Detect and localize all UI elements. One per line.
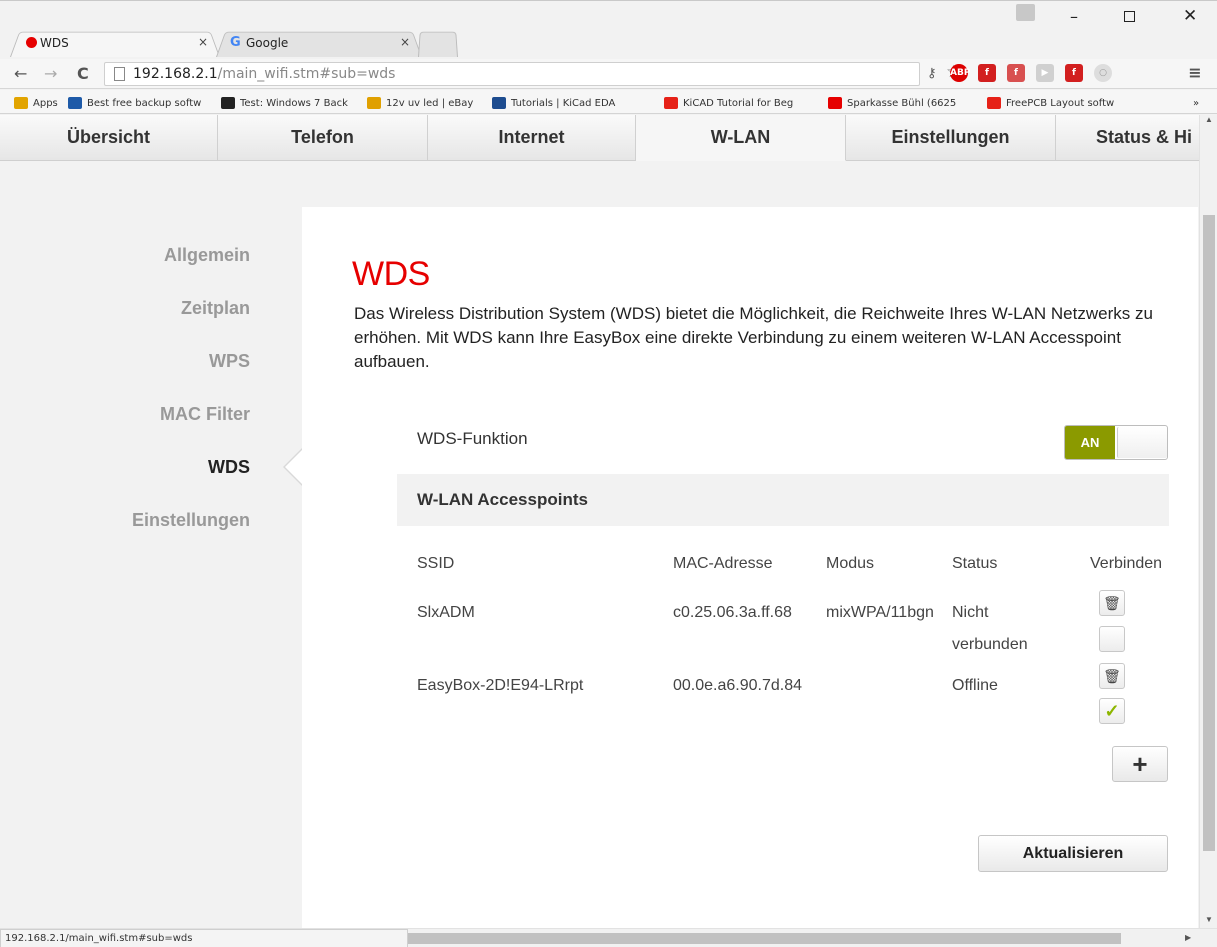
column-header-ssid: SSID (417, 555, 455, 572)
scrollbar-thumb[interactable] (408, 933, 1121, 944)
site-icon (221, 97, 235, 109)
flash-icon[interactable]: f (1007, 64, 1025, 82)
sidebar-active-pointer-fill (285, 449, 303, 485)
page-viewport: Übersicht Telefon Internet W-LAN Einstel… (0, 115, 1199, 928)
menu-icon[interactable]: ≡ (1186, 64, 1204, 82)
column-header-status: Status (952, 555, 998, 572)
horizontal-scrollbar[interactable]: ▶ 192.168.2.1/main_wifi.stm#sub=wds (0, 928, 1217, 947)
cell-mac: 00.0e.a6.90.7d.84 (673, 677, 803, 694)
tab-title: WDS (40, 36, 69, 50)
tab-strip: WDS × G Google × – ✕ (0, 0, 1217, 62)
sidebar-item-wps[interactable]: WPS (0, 351, 250, 372)
trash-icon: 🗑 (1103, 594, 1121, 611)
bookmarks-bar: Apps Best free backup softw Test: Window… (0, 90, 1217, 114)
connect-checkbox[interactable]: ✓ (1099, 698, 1125, 724)
maximize-icon[interactable] (1124, 11, 1135, 22)
new-tab-button[interactable] (418, 29, 458, 57)
cell-ssid: SlxADM (417, 604, 475, 621)
refresh-button[interactable]: Aktualisieren (978, 835, 1168, 872)
close-tab-icon[interactable]: × (198, 35, 208, 49)
delete-button[interactable]: 🗑 (1099, 663, 1125, 689)
flash-icon[interactable]: f (1065, 64, 1083, 82)
site-icon (492, 97, 506, 109)
bookmark-item[interactable]: Test: Windows 7 Back (221, 95, 361, 111)
youtube-icon (987, 97, 1001, 109)
bookmark-item[interactable]: FreePCB Layout softw (987, 95, 1147, 111)
scroll-right-icon[interactable]: ▶ (1185, 933, 1191, 942)
extension-icon[interactable]: ○ (1094, 64, 1112, 82)
delete-button[interactable]: 🗑 (1099, 590, 1125, 616)
sparkasse-icon (828, 97, 842, 109)
column-header-connect: Verbinden (1090, 555, 1163, 572)
scroll-down-icon[interactable]: ▼ (1205, 915, 1213, 924)
flash-icon[interactable]: f (978, 64, 996, 82)
wds-toggle[interactable]: AN (1064, 425, 1168, 460)
vodafone-icon (26, 37, 37, 48)
bookmark-item[interactable]: KiCAD Tutorial for Beg (664, 95, 826, 111)
nav-tab-einstellungen[interactable]: Einstellungen (846, 115, 1056, 161)
scrollbar-thumb[interactable] (1203, 215, 1215, 851)
bookmark-apps[interactable]: Apps (14, 95, 66, 111)
bookmark-item[interactable]: Tutorials | KiCad EDA (492, 95, 662, 111)
site-icon (367, 97, 381, 109)
nav-tab-internet[interactable]: Internet (428, 115, 636, 161)
sidebar-item-einstellungen[interactable]: Einstellungen (0, 510, 250, 531)
sidebar-item-zeitplan[interactable]: Zeitplan (0, 298, 250, 319)
nav-tab-wlan[interactable]: W-LAN (636, 115, 846, 161)
page-icon (114, 67, 125, 81)
trash-icon: 🗑 (1103, 667, 1121, 684)
tab-title: Google (246, 36, 289, 50)
browser-window: WDS × G Google × – ✕ ← → C 192.168.2.1/m… (0, 0, 1217, 947)
sidebar: Allgemein Zeitplan WPS MAC Filter WDS Ei… (0, 115, 250, 615)
back-icon[interactable]: ← (14, 64, 27, 83)
bookmarks-overflow[interactable]: » (1193, 95, 1207, 111)
cell-mac: c0.25.06.3a.ff.68 (673, 604, 792, 621)
toggle-on-label: AN (1065, 426, 1115, 459)
cell-status: Offline (952, 677, 998, 694)
toggle-knob[interactable] (1117, 427, 1167, 458)
tab-wds[interactable]: WDS × (10, 29, 220, 57)
sidebar-item-mac-filter[interactable]: MAC Filter (0, 404, 250, 425)
wds-function-label: WDS-Funktion (417, 429, 528, 448)
minimize-icon[interactable]: – (1070, 7, 1078, 26)
scroll-up-icon[interactable]: ▲ (1205, 115, 1213, 124)
connect-checkbox[interactable] (1099, 626, 1125, 652)
page-description: Das Wireless Distribution System (WDS) b… (354, 304, 1153, 371)
tab-google[interactable]: G Google × (216, 29, 422, 57)
page-title: WDS (352, 255, 430, 293)
bookmark-item[interactable]: Sparkasse Bühl (6625 (828, 95, 986, 111)
site-icon (68, 97, 82, 109)
accesspoints-section-header: W-LAN Accesspoints (397, 474, 1169, 526)
add-accesspoint-button[interactable]: + (1112, 746, 1168, 782)
adblock-icon[interactable]: ABP (950, 64, 970, 82)
address-bar[interactable]: 192.168.2.1/main_wifi.stm#sub=wds ⚷ ☆ (104, 62, 961, 86)
cell-mode: mixWPA/11bgn (826, 604, 934, 621)
bookmark-item[interactable]: 12v uv led | eBay (367, 95, 491, 111)
column-header-mode: Modus (826, 555, 875, 572)
close-window-icon[interactable]: ✕ (1183, 6, 1197, 26)
forward-icon[interactable]: → (44, 64, 57, 83)
section-title: W-LAN Accesspoints (417, 490, 588, 509)
vertical-scrollbar[interactable]: ▲ ▼ (1199, 115, 1217, 928)
nav-tab-status[interactable]: Status & Hi (1056, 115, 1199, 161)
google-icon: G (230, 35, 241, 50)
profile-icon[interactable] (1016, 4, 1035, 21)
checkmark-icon: ✓ (1104, 700, 1120, 721)
sidebar-item-allgemein[interactable]: Allgemein (0, 245, 250, 266)
reload-icon[interactable]: C (77, 64, 89, 83)
cell-status: Nicht verbunden (952, 604, 1028, 653)
column-header-mac: MAC-Adresse (673, 555, 773, 572)
close-tab-icon[interactable]: × (400, 35, 410, 49)
status-url: 192.168.2.1/main_wifi.stm#sub=wds (0, 929, 408, 947)
sidebar-item-wds[interactable]: WDS (0, 457, 250, 478)
play-icon[interactable]: ▶ (1036, 64, 1054, 82)
cell-ssid: EasyBox-2D!E94-LRrpt (417, 677, 584, 694)
url-path: /main_wifi.stm#sub=wds (217, 66, 396, 82)
apps-icon (14, 97, 28, 109)
bookmark-item[interactable]: Best free backup softw (68, 95, 212, 111)
youtube-icon (664, 97, 678, 109)
content-panel: WDS Das Wireless Distribution System (WD… (302, 207, 1198, 928)
key-icon[interactable]: ⚷ (927, 63, 937, 85)
url-host: 192.168.2.1 (133, 66, 218, 82)
